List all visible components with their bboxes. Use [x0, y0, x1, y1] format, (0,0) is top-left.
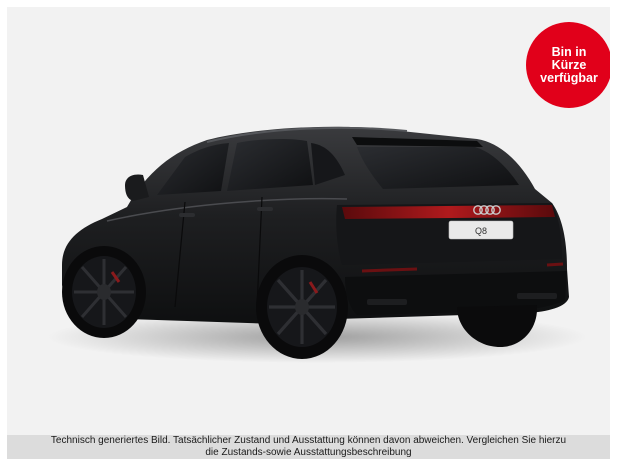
side-mirror: [125, 174, 149, 201]
reflector-right: [546, 262, 564, 267]
badge-line-1: Bin in: [551, 44, 587, 59]
tail-light-bar: [342, 205, 555, 219]
front-wheel: [62, 246, 146, 338]
license-plate-text: Q8: [475, 226, 487, 236]
badge-line-3: verfügbar: [540, 70, 598, 85]
reflector: [361, 267, 418, 273]
exhaust-left: [367, 299, 407, 305]
availability-badge-text: Bin in Kürze verfügbar: [534, 44, 604, 85]
car-illustration: Q8: [47, 126, 587, 363]
door-handle-rear: [257, 207, 273, 211]
product-image-frame: Q8 Bin in Kürze verfügbar Technisch gene…: [7, 7, 610, 459]
rear-wheel: [256, 255, 348, 359]
badge-line-2: Kürze: [551, 57, 587, 72]
car-image: Q8: [7, 7, 610, 435]
side-window-rear: [227, 138, 313, 191]
door-handle-front: [179, 213, 195, 217]
disclaimer-line-1: Technisch generiertes Bild. Tatsächliche…: [50, 435, 567, 446]
availability-badge: Bin in Kürze verfügbar: [526, 22, 610, 108]
exhaust-right: [517, 293, 557, 299]
image-disclaimer: Technisch generiertes Bild. Tatsächliche…: [7, 435, 610, 459]
disclaimer-line-2: die Zustands-sowie Ausstattungsbeschreib…: [205, 447, 412, 458]
